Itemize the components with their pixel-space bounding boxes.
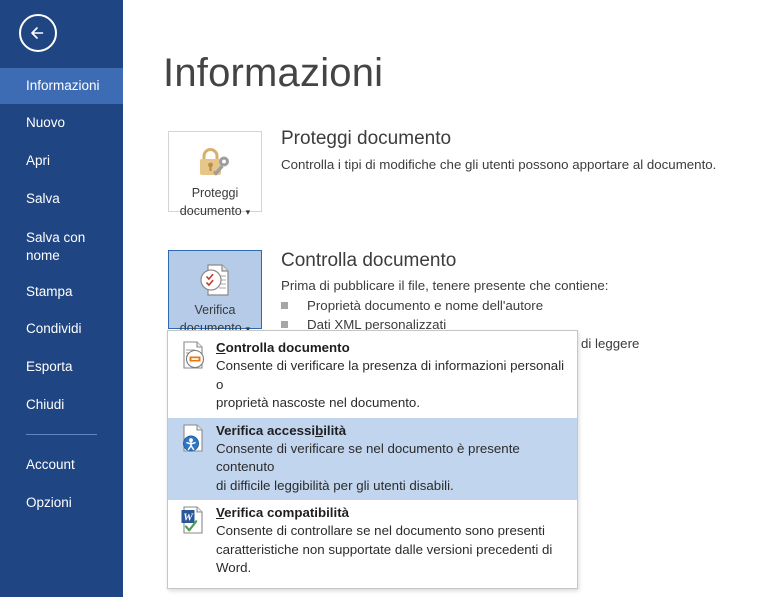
- sidebar-item-label: Chiudi: [26, 397, 65, 412]
- sidebar-item-nuovo[interactable]: Nuovo: [0, 114, 123, 132]
- menu-item-verifica-accessibilit[interactable]: Verifica accessibilità Consente di verifi…: [168, 417, 577, 500]
- menu-item-description-line2: di difficile leggibilità per gli utenti …: [216, 477, 454, 493]
- inspect-bullet-label: Proprietà documento e nome dell'autore: [307, 298, 544, 313]
- sidebar-item-apri[interactable]: Apri: [0, 152, 123, 170]
- inspect-document-icon: [179, 340, 207, 370]
- sidebar-item-account[interactable]: Account: [0, 456, 123, 474]
- sidebar-item-label: Nuovo: [26, 115, 66, 130]
- protect-document-heading: Proteggi documento: [281, 128, 452, 149]
- inspect-document-button-label-line1: Verifica: [194, 303, 236, 317]
- chevron-down-icon: ▾: [245, 207, 251, 217]
- sidebar-item-label: Condividi: [26, 321, 82, 336]
- sidebar-item-label: Esporta: [26, 359, 73, 374]
- sidebar-item-opzioni[interactable]: Opzioni: [0, 494, 123, 512]
- sidebar-separator: [26, 434, 97, 435]
- protect-document-button-label-line2: documento ▾: [179, 204, 251, 218]
- inspect-document-heading: Controlla documento: [281, 250, 457, 271]
- sidebar-item-label: Apri: [26, 153, 51, 168]
- inspect-document-description: Prima di pubblicare il file, tenere pres…: [281, 278, 609, 293]
- menu-item-description-line2: proprietà nascoste nel documento.: [216, 395, 421, 410]
- menu-item-description-line1: Consente di verificare se nel documento …: [216, 440, 520, 475]
- inspect-document-button[interactable]: Verifica documento ▾: [168, 250, 262, 335]
- menu-item-description-line2: caratteristiche non supportate dalle ver…: [216, 541, 553, 576]
- sidebar-item-stampa[interactable]: Stampa: [0, 283, 123, 301]
- protect-document-button[interactable]: Proteggi documento ▾: [168, 131, 262, 218]
- sidebar-item-label: Salva: [26, 191, 60, 206]
- accessibility-checker-icon: [179, 423, 207, 453]
- sidebar-item-label: Informazioni: [26, 78, 100, 93]
- inspect-document-dropdown-menu: Controlla documento Consente di verificar…: [167, 330, 578, 589]
- svg-text:W: W: [183, 512, 194, 524]
- menu-item-title-prefix: Verifica accessi: [216, 422, 316, 438]
- bullet-square-icon: [281, 321, 288, 328]
- menu-item-title: Verifica accessibilità: [216, 422, 569, 440]
- backstage-sidebar: Informazioni Nuovo Apri Salva Salva con nome…: [0, 0, 123, 597]
- sidebar-item-chiudi[interactable]: Chiudi: [0, 396, 123, 414]
- compatibility-checker-icon: W: [179, 505, 207, 535]
- inspect-bullet-item: Proprietà documento e nome dell'autore: [281, 296, 543, 315]
- menu-item-title-suffix: ilità: [323, 422, 347, 438]
- word-backstage-view: Informazioni Nuovo Apri Salva Salva con nome…: [0, 0, 762, 597]
- sidebar-item-salva[interactable]: Salva: [0, 190, 123, 208]
- menu-item-title-suffix: ontrolla documento: [225, 340, 350, 355]
- menu-item-title-suffix: erifica compatibilità: [224, 505, 350, 520]
- menu-item-description-line1: Consente di verificare la presenza di in…: [216, 358, 565, 392]
- sidebar-item-label: Account: [26, 457, 75, 472]
- lock-and-key-icon: [169, 143, 261, 183]
- menu-item-title: Verifica compatibilità: [216, 504, 569, 522]
- backstage-main-panel: Informazioni Proteggi documento ▾ Protegg…: [123, 0, 762, 597]
- menu-item-accelerator: V: [216, 505, 225, 520]
- menu-item-accelerator: b: [315, 422, 324, 438]
- menu-item-accelerator: C: [216, 340, 226, 355]
- sidebar-item-label: Salva con nome: [26, 230, 86, 263]
- sidebar-item-esporta[interactable]: Esporta: [0, 358, 123, 376]
- sidebar-item-condividi[interactable]: Condividi: [0, 320, 123, 338]
- sidebar-item-label: Stampa: [26, 284, 73, 299]
- bullet-square-icon: [281, 302, 288, 309]
- sidebar-item-salva-con-nome[interactable]: Salva con nome: [0, 229, 123, 265]
- menu-item-description-line1: Consente di controllare se nel documento…: [216, 523, 545, 538]
- menu-item-title: Controlla documento: [216, 339, 569, 357]
- protect-document-description: Controlla i tipi di modifiche che gli ut…: [281, 157, 717, 172]
- protect-document-button-label-line1: Proteggi: [191, 186, 239, 200]
- back-arrow-icon[interactable]: [19, 14, 57, 52]
- document-check-icon: [169, 260, 261, 300]
- inspect-bullet-occluded-tail: di leggere: [581, 336, 640, 351]
- menu-item-controlla-documento[interactable]: Controlla documento Consente di verificar…: [168, 335, 577, 418]
- sidebar-item-label: Opzioni: [26, 495, 72, 510]
- menu-item-verifica-compatibilit[interactable]: W Verifica compatibilità Consente di contr…: [168, 500, 577, 583]
- page-title: Informazioni: [163, 51, 384, 95]
- sidebar-item-informazioni[interactable]: Informazioni: [0, 68, 123, 104]
